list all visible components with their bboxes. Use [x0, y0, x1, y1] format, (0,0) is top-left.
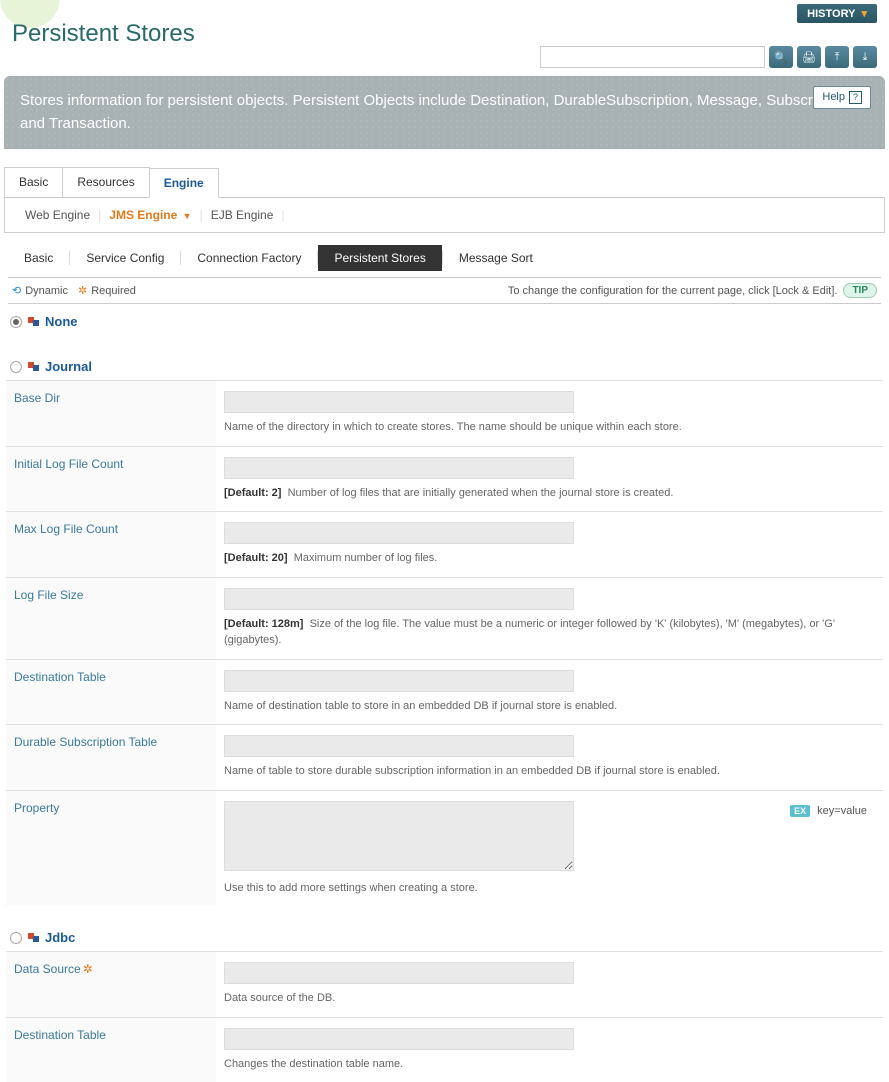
label-durable-subscription-table: Durable Subscription Table: [6, 725, 216, 791]
help-initial-log-file-count: [Default: 2] Number of log files that ar…: [224, 485, 875, 502]
help-max-log-file-count: [Default: 20] Maximum number of log file…: [224, 550, 875, 567]
tab-basic[interactable]: Basic: [4, 167, 63, 197]
question-icon: ?: [849, 91, 862, 104]
input-jdbc-destination-table[interactable]: [224, 1028, 574, 1050]
tab-ejb-engine[interactable]: EJB Engine: [203, 208, 282, 222]
row-initial-log-file-count: Initial Log File Count [Default: 2] Numb…: [6, 446, 883, 512]
row-base-dir: Base Dir Name of the directory in which …: [6, 381, 883, 447]
tab-web-engine[interactable]: Web Engine: [17, 208, 98, 222]
required-icon: ✲: [78, 284, 87, 297]
help-property: Use this to add more settings when creat…: [224, 880, 875, 897]
row-data-source: Data Source✲ Data source of the DB.: [6, 952, 883, 1018]
label-destination-table: Destination Table: [6, 659, 216, 725]
tab-basic-sub[interactable]: Basic: [8, 245, 69, 271]
search-icon[interactable]: 🔍: [769, 46, 793, 68]
label-log-file-size: Log File Size: [6, 577, 216, 659]
input-log-file-size[interactable]: [224, 588, 574, 610]
help-destination-table: Name of destination table to store in an…: [224, 698, 875, 715]
input-base-dir[interactable]: [224, 391, 574, 413]
jdbc-form: Data Source✲ Data source of the DB. Dest…: [6, 951, 883, 1082]
dynamic-icon: ⟲: [12, 284, 21, 297]
section-jdbc-title: Jdbc: [45, 930, 75, 945]
dynamic-label: Dynamic: [25, 285, 68, 297]
ex-text: key=value: [817, 805, 867, 817]
tab-service-config[interactable]: Service Config: [70, 245, 180, 271]
help-base-dir: Name of the directory in which to create…: [224, 419, 875, 436]
label-property: Property: [6, 790, 216, 906]
print-icon[interactable]: 🖨: [797, 46, 821, 68]
input-destination-table[interactable]: [224, 670, 574, 692]
tab-jms-engine-label: JMS Engine: [109, 208, 177, 222]
ex-badge: EX: [790, 805, 810, 817]
search-input[interactable]: [540, 46, 765, 68]
tabs-level-3: Basic Service Config Connection Factory …: [8, 245, 881, 271]
help-durable-subscription-table: Name of table to store durable subscript…: [224, 763, 875, 780]
tabs-level-1: Basic Resources Engine: [4, 167, 885, 198]
import-icon[interactable]: ⤓: [853, 46, 877, 68]
section-none: None: [0, 304, 889, 335]
tab-engine[interactable]: Engine: [149, 168, 219, 198]
label-base-dir: Base Dir: [6, 381, 216, 447]
label-jdbc-destination-table: Destination Table: [6, 1017, 216, 1082]
dropdown-icon: ▼: [183, 211, 192, 221]
radio-journal[interactable]: [10, 361, 22, 373]
required-label: Required: [91, 285, 136, 297]
input-data-source[interactable]: [224, 962, 574, 984]
label-data-source: Data Source✲: [6, 952, 216, 1018]
tab-resources[interactable]: Resources: [62, 167, 149, 197]
section-journal-title: Journal: [45, 359, 92, 374]
help-label: Help: [822, 89, 845, 106]
chevron-down-icon: ▾: [861, 7, 867, 20]
row-log-file-size: Log File Size [Default: 128m] Size of th…: [6, 577, 883, 659]
radio-none[interactable]: [10, 316, 22, 328]
row-max-log-file-count: Max Log File Count [Default: 20] Maximum…: [6, 512, 883, 578]
label-max-log-file-count: Max Log File Count: [6, 512, 216, 578]
toolbar: 🔍 🖨 ⤒ ⤓: [0, 44, 889, 76]
input-initial-log-file-count[interactable]: [224, 457, 574, 479]
help-button[interactable]: Help ?: [813, 86, 871, 109]
row-jdbc-destination-table: Destination Table Changes the destinatio…: [6, 1017, 883, 1082]
label-initial-log-file-count: Initial Log File Count: [6, 446, 216, 512]
section-icon: [28, 933, 39, 942]
example-hint: EX key=value: [790, 805, 867, 817]
section-none-title: None: [45, 314, 78, 329]
tip-text: To change the configuration for the curr…: [508, 285, 838, 297]
section-jdbc: Jdbc: [0, 920, 889, 951]
row-durable-subscription-table: Durable Subscription Table Name of table…: [6, 725, 883, 791]
tab-message-sort[interactable]: Message Sort: [443, 245, 549, 271]
tab-persistent-stores[interactable]: Persistent Stores: [318, 245, 441, 271]
xml-export-icon[interactable]: ⤒: [825, 46, 849, 68]
section-icon: [28, 317, 39, 326]
legend-row: ⟲ Dynamic ✲ Required To change the confi…: [8, 277, 881, 304]
help-log-file-size: [Default: 128m] Size of the log file. Th…: [224, 616, 875, 649]
tip-badge: TIP: [843, 283, 877, 298]
input-durable-subscription-table[interactable]: [224, 735, 574, 757]
separator: |: [281, 208, 284, 222]
page-header: HISTORY ▾ Persistent Stores: [0, 0, 889, 44]
textarea-property[interactable]: [224, 801, 574, 871]
tabs-level-2: Web Engine | JMS Engine ▼ | EJB Engine |: [4, 198, 885, 233]
tab-connection-factory[interactable]: Connection Factory: [181, 245, 317, 271]
help-data-source: Data source of the DB.: [224, 990, 875, 1007]
radio-jdbc[interactable]: [10, 932, 22, 944]
row-property: Property EX key=value Use this to add mo…: [6, 790, 883, 906]
description-banner: Stores information for persistent object…: [4, 76, 885, 149]
page-title: Persistent Stores: [12, 20, 877, 48]
journal-form: Base Dir Name of the directory in which …: [6, 380, 883, 906]
tab-jms-engine[interactable]: JMS Engine ▼: [101, 208, 199, 222]
history-label: HISTORY: [807, 8, 855, 20]
section-journal: Journal: [0, 349, 889, 380]
section-icon: [28, 362, 39, 371]
row-destination-table: Destination Table Name of destination ta…: [6, 659, 883, 725]
input-max-log-file-count[interactable]: [224, 522, 574, 544]
help-jdbc-destination-table: Changes the destination table name.: [224, 1056, 875, 1073]
description-text: Stores information for persistent object…: [20, 92, 853, 132]
